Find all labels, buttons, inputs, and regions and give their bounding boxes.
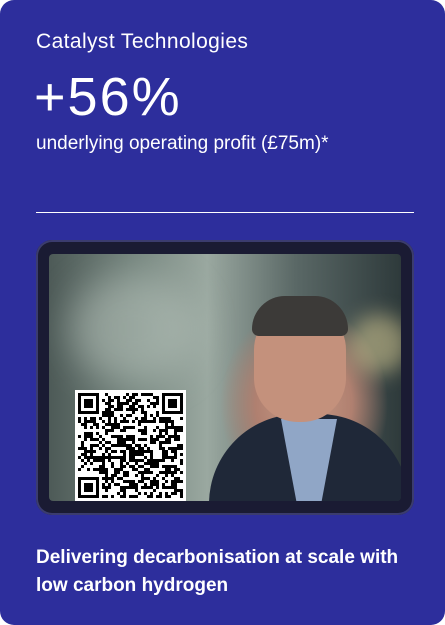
divider bbox=[36, 212, 414, 213]
highlight-card: Catalyst Technologies +56% underlying op… bbox=[0, 0, 445, 625]
qr-code-icon[interactable] bbox=[75, 390, 186, 501]
metric-value: +56% bbox=[34, 67, 182, 127]
person-hair bbox=[252, 296, 348, 336]
segment-title: Catalyst Technologies bbox=[36, 30, 249, 53]
metric-description: underlying operating profit (£75m)* bbox=[36, 133, 329, 154]
video-thumbnail[interactable] bbox=[49, 254, 401, 501]
tagline: Delivering decarbonisation at scale with… bbox=[36, 547, 399, 596]
tablet-frame bbox=[36, 240, 414, 515]
